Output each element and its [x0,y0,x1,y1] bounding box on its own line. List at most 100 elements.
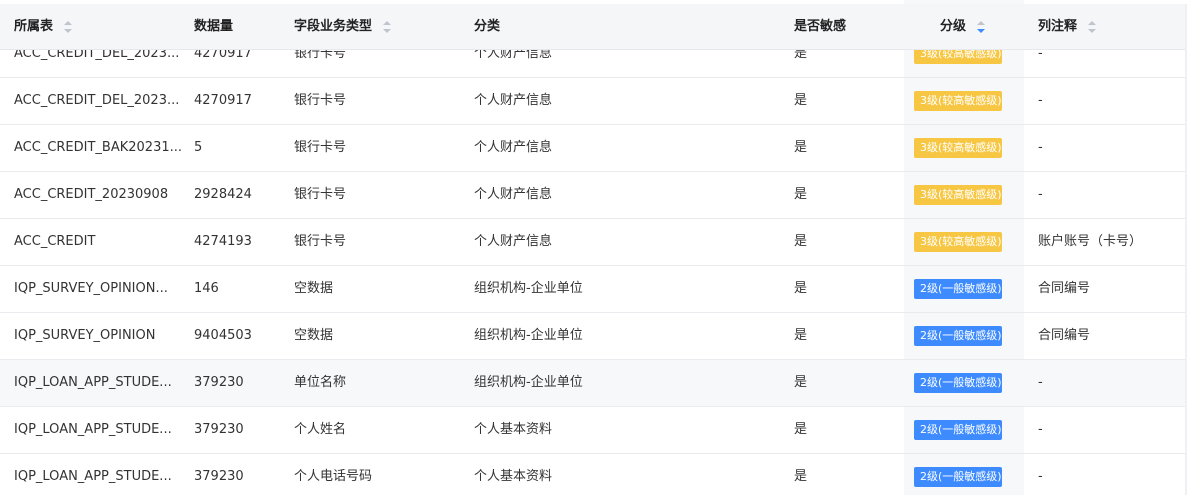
cell-sensitive: 是 [794,328,808,343]
cell-category: 个人财产信息 [474,93,553,108]
cell-count: 4270917 [194,93,252,108]
cell-category: 个人财产信息 [474,234,553,249]
header-comment-label: 列注释 [1038,19,1078,34]
cell-count: 379230 [194,422,244,437]
sort-icon[interactable] [63,20,72,33]
cell-biz-type: 个人电话号码 [294,469,373,484]
table-row[interactable]: ACC_CREDIT 4274193 银行卡号 个人财产信息 是 账户账号（卡号） 3级(较… [0,219,1185,266]
cell-level: 2级(一般敏感级) [914,454,1002,495]
header-sensitive-label: 是否敏感 [794,19,847,34]
level-badge: 2级(一般敏感级) [914,466,1002,487]
level-badge: 2级(一般敏感级) [914,325,1002,346]
cell-level: 3级(较高敏感级) [914,78,1002,124]
cell-category: 个人基本资料 [474,469,553,484]
header-comment[interactable]: 列注释 [1038,4,1096,49]
cell-level: 2级(一般敏感级) [914,407,1002,453]
table-row[interactable]: IQP_SURVEY_OPINION... 146 空数据 组织机构-企业单位 是 合同编… [0,266,1185,313]
header-level[interactable]: 分级 [940,4,985,49]
table-row[interactable]: IQP_LOAN_APP_STUDE... 379230 个人姓名 个人基本资料 是 - 2… [0,407,1185,454]
cell-comment: - [1038,375,1043,390]
cell-level: 2级(一般敏感级) [914,360,1002,406]
header-sensitive: 是否敏感 [794,4,846,49]
cell-category: 组织机构-企业单位 [474,281,583,296]
cell-table: ACC_CREDIT_20230908 [14,187,169,202]
header-count-label: 数据量 [194,19,234,34]
table-row[interactable]: IQP_LOAN_APP_STUDE... 379230 单位名称 组织机构-企业单位… [0,360,1185,407]
header-count: 数据量 [194,4,233,49]
cell-comment: - [1038,469,1043,484]
cell-comment: - [1038,422,1043,437]
level-badge: 3级(较高敏感级) [914,90,1002,111]
table-body: ACC_CREDIT_DEL_2023... 4270917 银行卡号 个人财产信息是… [0,31,1185,495]
cell-category: 个人财产信息 [474,140,553,155]
cell-count: 5 [194,140,203,155]
cell-sensitive: 是 [794,187,808,202]
cell-level: 2级(一般敏感级) [914,313,1002,359]
header-table[interactable]: 所属表 [14,4,72,49]
table-header: 所属表 数据量 字段业务类型 分类 是否敏感 分级 列注释 [0,4,1185,50]
cell-level: 3级(较高敏感级) [914,172,1002,218]
header-level-label: 分级 [940,19,967,34]
sort-icon[interactable] [976,20,985,33]
cell-level: 3级(较高敏感级) [914,125,1002,171]
table-row[interactable]: ACC_CREDIT_DEL_2023... 4270917 银行卡号 个人财产信息 是… [0,78,1185,125]
cell-biz-type: 银行卡号 [294,234,347,249]
cell-count: 146 [194,281,219,296]
cell-table: ACC_CREDIT_DEL_2023... [14,93,180,108]
header-category: 分类 [474,4,500,49]
level-badge: 3级(较高敏感级) [914,231,1002,252]
cell-count: 379230 [194,375,244,390]
level-badge: 2级(一般敏感级) [914,372,1002,393]
cell-comment: - [1038,93,1043,108]
table-row[interactable]: ACC_CREDIT_BAK20231... 5 银行卡号 个人财产信息 是 - 3级(较高… [0,125,1185,172]
table-row[interactable]: IQP_SURVEY_OPINION 9404503 空数据 组织机构-企业单位 是 合同… [0,313,1185,360]
cell-table: ACC_CREDIT_BAK20231... [14,140,183,155]
level-badge: 3级(较高敏感级) [914,184,1002,205]
cell-sensitive: 是 [794,281,808,296]
cell-biz-type: 空数据 [294,281,334,296]
cell-count: 9404503 [194,328,252,343]
header-biz-type-label: 字段业务类型 [294,19,373,34]
cell-table: IQP_LOAN_APP_STUDE... [14,375,172,390]
cell-sensitive: 是 [794,93,808,108]
cell-biz-type: 单位名称 [294,375,347,390]
cell-table: IQP_SURVEY_OPINION [14,328,156,343]
cell-biz-type: 空数据 [294,328,334,343]
sort-icon[interactable] [1087,20,1096,33]
cell-biz-type: 银行卡号 [294,93,347,108]
cell-table: ACC_CREDIT [14,234,96,249]
sort-icon[interactable] [382,20,391,33]
header-table-label: 所属表 [14,19,54,34]
cell-category: 组织机构-企业单位 [474,328,583,343]
cell-sensitive: 是 [794,422,808,437]
table-row[interactable]: IQP_LOAN_APP_STUDE... 379230 个人电话号码 个人基本资料 是… [0,454,1185,495]
cell-category: 个人财产信息 [474,187,553,202]
cell-level: 3级(较高敏感级) [914,219,1002,265]
cell-table: IQP_LOAN_APP_STUDE... [14,422,172,437]
cell-biz-type: 个人姓名 [294,422,347,437]
cell-biz-type: 银行卡号 [294,187,347,202]
header-category-label: 分类 [474,19,501,34]
cell-count: 379230 [194,469,244,484]
cell-sensitive: 是 [794,234,808,249]
cell-category: 组织机构-企业单位 [474,375,583,390]
level-badge: 3级(较高敏感级) [914,137,1002,158]
level-badge: 2级(一般敏感级) [914,419,1002,440]
cell-level: 2级(一般敏感级) [914,266,1002,312]
cell-count: 4274193 [194,234,252,249]
cell-table: IQP_SURVEY_OPINION... [14,281,168,296]
cell-comment: - [1038,140,1043,155]
cell-table: IQP_LOAN_APP_STUDE... [14,469,172,484]
table-row[interactable]: ACC_CREDIT_20230908 2928424 银行卡号 个人财产信息 是 - 3级… [0,172,1185,219]
cell-sensitive: 是 [794,140,808,155]
cell-count: 2928424 [194,187,252,202]
cell-sensitive: 是 [794,469,808,484]
cell-sensitive: 是 [794,375,808,390]
level-badge: 2级(一般敏感级) [914,278,1002,299]
cell-comment: - [1038,187,1043,202]
cell-biz-type: 银行卡号 [294,140,347,155]
cell-comment: 合同编号 [1038,281,1091,296]
data-table: ACC_CREDIT_DEL_2023... 4270917 银行卡号 个人财产信息是… [0,0,1187,495]
header-biz-type[interactable]: 字段业务类型 [294,4,391,49]
cell-comment: 账户账号（卡号） [1038,234,1143,249]
